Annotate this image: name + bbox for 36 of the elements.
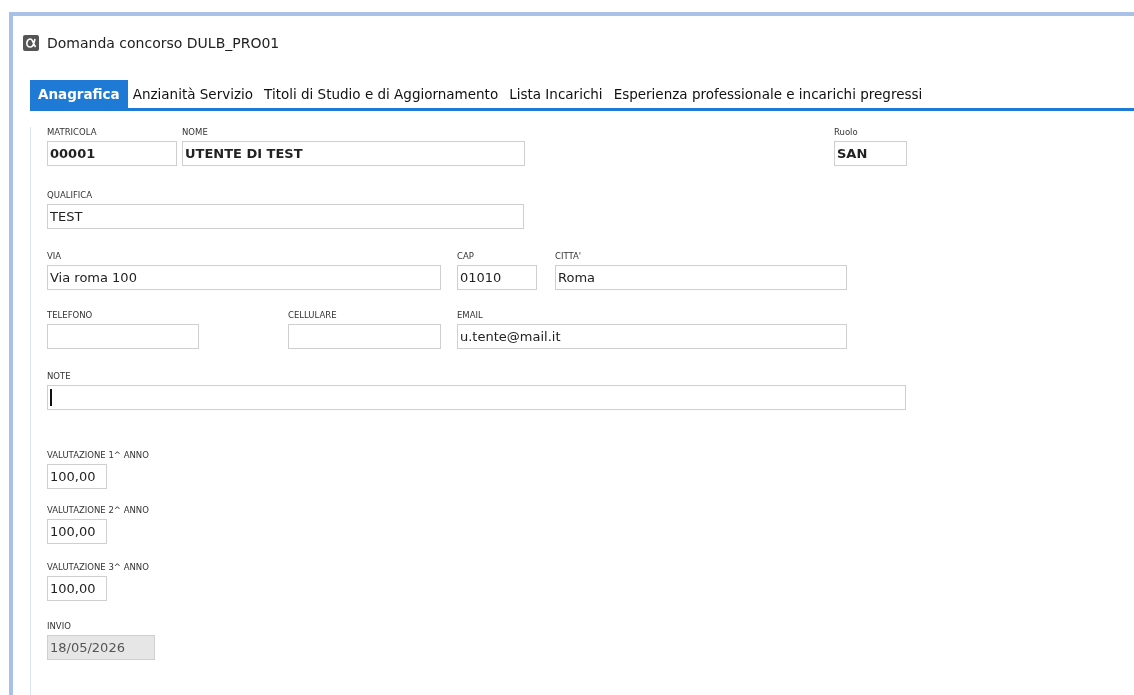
input-field[interactable]: UTENTE DI TEST: [182, 141, 525, 166]
window-title: Domanda concorso DULB_PRO01: [47, 35, 280, 51]
input-field[interactable]: SAN: [834, 141, 907, 166]
input-field[interactable]: [288, 324, 441, 349]
field-label: NOTE: [47, 371, 71, 382]
field-label: MATRICOLA: [47, 127, 97, 138]
input-field[interactable]: 100,00: [47, 519, 107, 544]
input-field[interactable]: 01010: [457, 265, 537, 290]
field-label: VALUTAZIONE 1^ ANNO: [47, 450, 149, 461]
tab[interactable]: Titoli di Studio e di Aggiornamento: [259, 80, 505, 108]
input-field[interactable]: 00001: [47, 141, 177, 166]
input-field[interactable]: Roma: [555, 265, 847, 290]
input-field[interactable]: [47, 385, 906, 410]
tab[interactable]: Anzianità Servizio: [127, 80, 260, 108]
input-field[interactable]: [47, 324, 199, 349]
field-label: CAP: [457, 251, 474, 262]
input-field[interactable]: TEST: [47, 204, 524, 229]
input-field[interactable]: Via roma 100: [47, 265, 441, 290]
field-label: NOME: [182, 127, 208, 138]
field-label: VALUTAZIONE 2^ ANNO: [47, 505, 149, 516]
input-field[interactable]: 100,00: [47, 576, 107, 601]
field-label: CELLULARE: [288, 310, 337, 321]
input-field[interactable]: u.tente@mail.it: [457, 324, 847, 349]
field-label: EMAIL: [457, 310, 483, 321]
field-label: VIA: [47, 251, 62, 262]
tab[interactable]: Anagrafica: [30, 80, 128, 108]
field-label: INVIO: [47, 621, 71, 632]
field-label: Ruolo: [834, 127, 858, 138]
input-field[interactable]: 100,00: [47, 464, 107, 489]
field-label: CITTA': [555, 251, 582, 262]
field-label: QUALIFICA: [47, 190, 93, 201]
tab[interactable]: Esperienza professionale e incarichi pregressi: [608, 80, 929, 108]
tab[interactable]: Lista Incarichi: [504, 80, 609, 108]
app-logo-icon: [23, 35, 39, 51]
field-label: VALUTAZIONE 3^ ANNO: [47, 562, 149, 573]
field-label: TELEFONO: [47, 310, 93, 321]
